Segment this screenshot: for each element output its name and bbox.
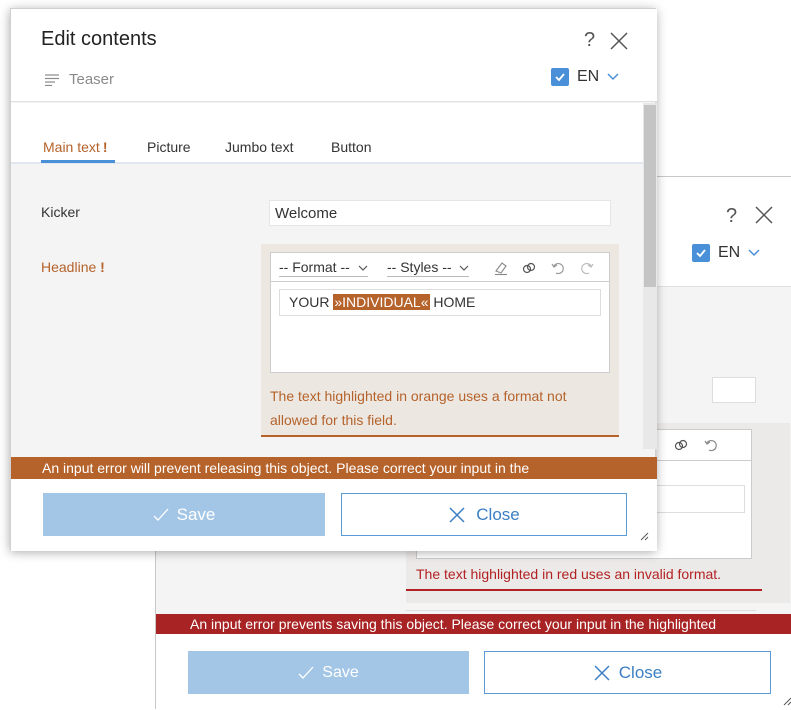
dialog-title: Edit contents (41, 28, 157, 50)
back-language-checkbox[interactable] (692, 244, 710, 262)
edit-contents-dialog: Edit contents ? Teaser EN Main text ! Pi… (10, 8, 657, 551)
close-button[interactable]: Close (341, 493, 627, 536)
back-resize-handle-icon[interactable] (782, 696, 791, 706)
eraser-icon[interactable] (493, 260, 509, 276)
back-dialog-footer: Save Close (156, 634, 791, 710)
back-kicker-input[interactable] (712, 377, 756, 403)
back-save-label: Save (322, 663, 359, 681)
dialog-header: Edit contents ? Teaser EN (11, 9, 657, 102)
back-error-banner: An input error prevents saving this obje… (156, 614, 791, 634)
highlighted-invalid-format: »INDIVIDUAL« (333, 294, 430, 310)
tab-jumbo-text[interactable]: Jumbo text (225, 139, 293, 155)
back-close-icon[interactable] (753, 204, 775, 226)
kicker-input[interactable]: Welcome (269, 200, 611, 226)
language-checkbox[interactable] (551, 68, 569, 86)
back-close-button[interactable]: Close (484, 651, 771, 694)
close-label: Close (476, 504, 520, 524)
editor-toolbar: -- Format -- -- Styles -- (270, 252, 610, 282)
resize-handle-icon[interactable] (639, 531, 649, 541)
tab-main-text-label: Main text (43, 139, 100, 155)
styles-select-label: -- Styles -- (387, 259, 452, 275)
language-selector[interactable]: EN (551, 68, 619, 86)
save-button[interactable]: Save (43, 493, 325, 536)
close-button-icon (449, 506, 465, 523)
language-label: EN (577, 68, 600, 85)
tab-main-text[interactable]: Main text! (43, 139, 107, 155)
content-type-label: Teaser (69, 71, 115, 88)
error-banner: An input error will prevent releasing th… (11, 457, 657, 479)
dialog-footer: Save Close (11, 479, 657, 551)
help-icon[interactable]: ? (584, 29, 595, 52)
chevron-down-icon (607, 73, 619, 81)
active-tab-indicator (41, 160, 115, 163)
scrollbar-thumb[interactable] (644, 105, 656, 287)
format-warning-text: The text highlighted in orange uses a fo… (270, 388, 567, 428)
headline-text-after: HOME (429, 294, 476, 310)
headline-label: Headline ! (41, 259, 105, 275)
back-undo-icon[interactable] (703, 437, 719, 453)
content-type: Teaser (45, 71, 114, 88)
kicker-label: Kicker (41, 204, 80, 220)
back-error-underline (406, 589, 762, 591)
back-check-icon (298, 666, 314, 679)
back-close-button-icon (594, 664, 610, 681)
format-select[interactable]: -- Format -- (279, 259, 368, 277)
undo-icon[interactable] (550, 260, 566, 276)
text-lines-icon (45, 73, 59, 86)
warning-underline (261, 435, 619, 437)
back-format-error-text: The text highlighted in red uses an inva… (416, 566, 722, 582)
redo-icon[interactable] (579, 260, 595, 276)
format-chevron-icon (358, 265, 368, 271)
styles-chevron-icon (460, 265, 469, 271)
headline-text-before: YOUR (289, 294, 334, 310)
headline-label-text: Headline (41, 259, 97, 275)
headline-error-mark: ! (100, 259, 105, 275)
back-chevron-down-icon (748, 249, 760, 257)
save-label: Save (176, 504, 216, 524)
headline-textarea[interactable]: YOUR »INDIVIDUAL« HOME (270, 282, 610, 373)
back-help-icon[interactable]: ? (726, 205, 737, 228)
close-icon[interactable] (608, 30, 630, 52)
back-language-selector[interactable]: EN (692, 244, 760, 262)
format-select-label: -- Format -- (279, 259, 350, 275)
link-icon[interactable] (521, 260, 537, 276)
back-link-icon[interactable] (673, 437, 689, 453)
tab-button[interactable]: Button (331, 139, 371, 155)
back-field-divider (406, 610, 756, 611)
tab-picture[interactable]: Picture (147, 139, 191, 155)
check-icon (153, 508, 169, 521)
tab-bar: Main text! Picture Jumbo text Button (11, 103, 643, 164)
back-language-label: EN (718, 244, 741, 261)
back-save-button[interactable]: Save (188, 651, 469, 694)
styles-select[interactable]: -- Styles -- (387, 259, 470, 277)
headline-text[interactable]: YOUR »INDIVIDUAL« HOME (279, 289, 601, 316)
back-close-label: Close (618, 662, 663, 682)
tab-error-mark: ! (102, 139, 108, 155)
